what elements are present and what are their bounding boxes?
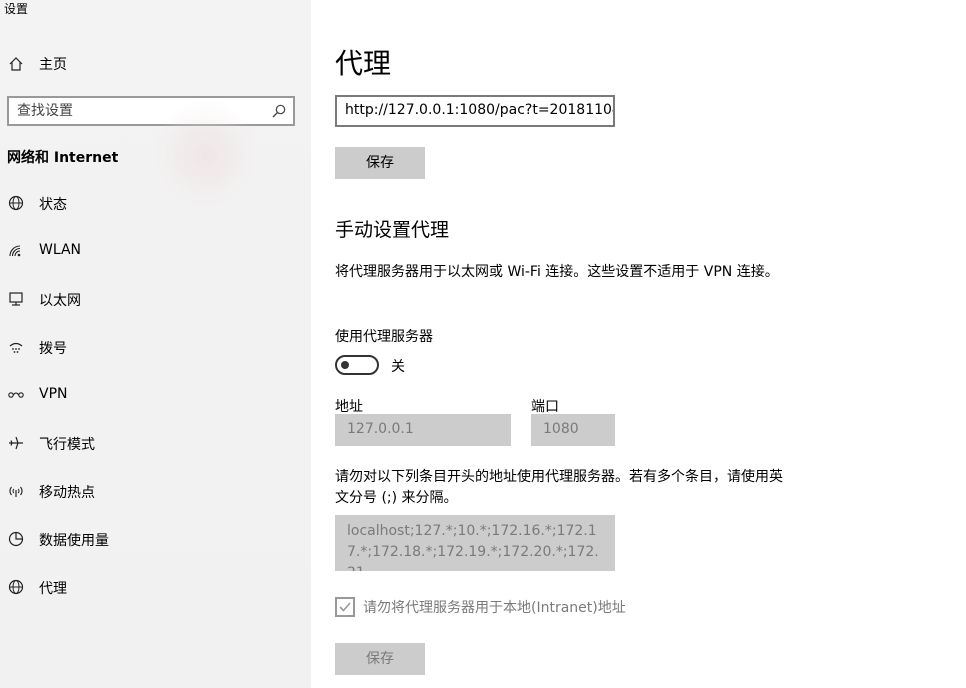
exceptions-field[interactable]: localhost;127.*;10.*;172.16.*;172.17.*;1… (335, 515, 615, 571)
sidebar-item-label: 拨号 (39, 341, 67, 357)
sidebar-item-label: 以太网 (39, 293, 81, 309)
sidebar-item-label: VPN (39, 386, 68, 402)
main-content: 代理 http://127.0.0.1:1080/pac?t=201811041… (311, 0, 966, 688)
sidebar-item-label: 状态 (39, 197, 67, 213)
sidebar-item-label: 数据使用量 (39, 533, 109, 549)
local-bypass-label: 请勿将代理服务器用于本地(Intranet)地址 (363, 600, 626, 616)
sidebar-item-ethernet[interactable]: 以太网 (0, 279, 311, 319)
sidebar: 设置 主页 网络和 Internet 状态 WLAN 以太网 (0, 0, 311, 688)
use-proxy-toggle[interactable] (335, 355, 379, 375)
sidebar-item-airplane[interactable]: 飞行模式 (0, 423, 311, 463)
manual-proxy-description: 将代理服务器用于以太网或 Wi-Fi 连接。这些设置不适用于 VPN 连接。 (335, 264, 779, 280)
toggle-knob (341, 361, 349, 369)
port-label: 端口 (531, 399, 559, 415)
window-title: 设置 (4, 2, 29, 16)
local-bypass-checkbox[interactable] (335, 597, 355, 617)
exceptions-description: 请勿对以下列条目开头的地址使用代理服务器。若有多个条目，请使用英文分号 (;) … (335, 469, 783, 506)
section-title: 网络和 Internet (7, 150, 119, 166)
sidebar-item-data-usage[interactable]: 数据使用量 (0, 519, 311, 559)
sidebar-item-dialup[interactable]: 拨号 (0, 327, 311, 367)
sidebar-item-label: 代理 (39, 581, 67, 597)
sidebar-item-wlan[interactable]: WLAN (0, 231, 311, 271)
home-icon (6, 54, 26, 74)
address-field[interactable]: 127.0.0.1 (335, 414, 511, 446)
save-button[interactable]: 保存 (335, 147, 425, 179)
sidebar-item-label: WLAN (39, 242, 82, 258)
sidebar-item-hotspot[interactable]: 移动热点 (0, 471, 311, 511)
ethernet-icon (6, 289, 26, 309)
airplane-icon (6, 433, 26, 453)
search-icon[interactable] (271, 103, 287, 119)
use-proxy-label: 使用代理服务器 (335, 329, 433, 345)
wifi-icon (6, 241, 26, 261)
sidebar-item-vpn[interactable]: VPN (0, 375, 311, 415)
sidebar-item-label: 移动热点 (39, 485, 95, 501)
sidebar-item-label: 飞行模式 (39, 437, 95, 453)
manual-proxy-title: 手动设置代理 (335, 219, 450, 241)
globe-status-icon (6, 193, 26, 213)
toggle-state-label: 关 (391, 359, 405, 375)
data-usage-icon (6, 529, 26, 549)
save-button-manual[interactable]: 保存 (335, 643, 425, 675)
search-input[interactable] (17, 102, 257, 120)
vpn-icon (6, 385, 26, 405)
sidebar-item-label: 主页 (39, 57, 67, 73)
proxy-globe-icon (6, 577, 26, 597)
address-label: 地址 (335, 399, 363, 415)
sidebar-item-proxy[interactable]: 代理 (0, 567, 311, 607)
page-title: 代理 (335, 47, 392, 80)
port-field[interactable]: 1080 (531, 414, 615, 446)
hotspot-icon (6, 481, 26, 501)
search-box[interactable] (7, 96, 295, 126)
dialup-icon (6, 337, 26, 357)
script-address-input[interactable]: http://127.0.0.1:1080/pac?t=201811041 (335, 95, 615, 127)
sidebar-item-home[interactable]: 主页 (0, 48, 311, 80)
checkmark-icon (339, 602, 351, 612)
sidebar-item-status[interactable]: 状态 (0, 183, 311, 223)
